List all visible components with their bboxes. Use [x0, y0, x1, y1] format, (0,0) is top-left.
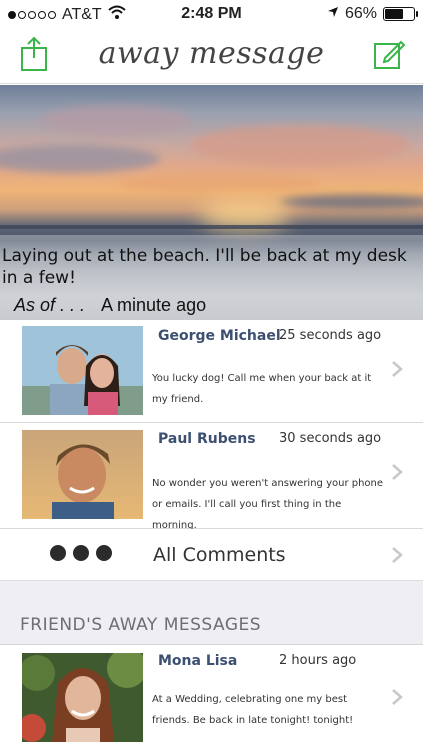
section-title: FRIEND'S AWAY MESSAGES [20, 615, 262, 635]
section-header: FRIEND'S AWAY MESSAGES [0, 581, 423, 645]
commenter-name: George Michael [158, 328, 281, 344]
chevron-right-icon [391, 688, 403, 706]
compose-button[interactable] [369, 36, 409, 76]
friend-avatar [22, 653, 143, 742]
away-message-hero: Laying out at the beach. I'll be back at… [0, 85, 423, 320]
friend-message-time: 2 hours ago [279, 653, 357, 668]
commenter-name: Paul Rubens [158, 431, 256, 447]
status-bar: AT&T 2:48 PM 66% [0, 0, 423, 28]
comment-row[interactable]: George Michael 25 seconds ago You lucky … [0, 320, 423, 423]
battery-icon [383, 7, 418, 21]
as-of-line: As of . . . A minute ago [14, 295, 206, 316]
comment-time: 25 seconds ago [279, 328, 382, 343]
away-message-text: Laying out at the beach. I'll be back at… [2, 246, 407, 288]
ellipsis-icon [73, 545, 89, 561]
battery-fill [385, 9, 403, 19]
comment-time: 30 seconds ago [279, 431, 382, 446]
comment-row[interactable]: Paul Rubens 30 seconds ago No wonder you… [0, 423, 423, 531]
friend-name: Mona Lisa [158, 653, 238, 669]
app-title: away message [98, 36, 325, 71]
chevron-right-icon [391, 463, 403, 481]
nav-bar: away message [0, 28, 423, 84]
friend-message-row[interactable]: Mona Lisa 2 hours ago At a Wedding, cele… [0, 645, 423, 750]
location-arrow-icon [327, 5, 339, 23]
friend-message-text: At a Wedding, celebrating one my best fr… [152, 694, 354, 726]
chevron-right-icon [391, 360, 403, 378]
comment-avatar [22, 430, 143, 519]
compose-icon [373, 38, 406, 75]
comment-avatar [22, 326, 143, 415]
as-of-label: As of . . . [14, 295, 86, 315]
all-comments-button[interactable]: All Comments [0, 529, 423, 581]
battery-percent: 66% [344, 5, 377, 22]
chevron-right-icon [391, 546, 403, 564]
all-comments-label: All Comments [153, 544, 286, 566]
ellipsis-icon [50, 545, 66, 561]
ellipsis-icon [96, 545, 112, 561]
comment-text: No wonder you weren't answering your pho… [152, 478, 384, 531]
as-of-value: A minute ago [101, 295, 207, 315]
status-right: 66% [327, 5, 418, 23]
comment-text: You lucky dog! Call me when your back at… [152, 373, 372, 405]
